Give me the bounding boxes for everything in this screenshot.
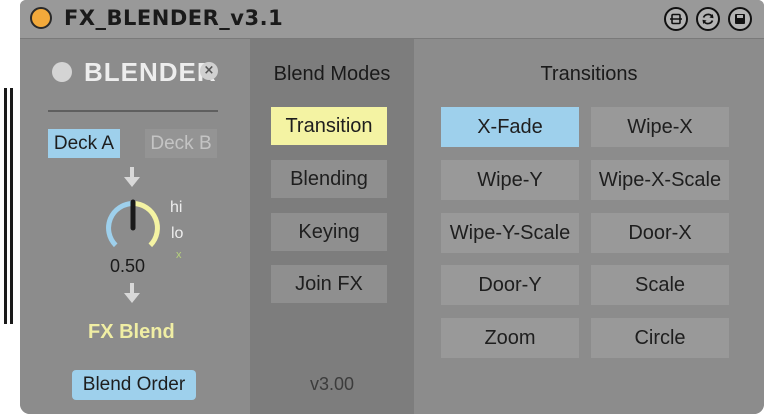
transitions-title: Transitions — [540, 63, 638, 85]
blender-logo: BLENDER — [84, 57, 217, 87]
save-icon[interactable] — [728, 7, 752, 31]
arrow-down-icon — [124, 283, 140, 303]
refresh-icon[interactable] — [696, 7, 720, 31]
logo-dot-icon — [52, 62, 72, 82]
device-activator-dot[interactable] — [30, 7, 52, 29]
deck-a-button[interactable]: Deck A — [48, 129, 120, 158]
transition-button-x-fade[interactable]: X-Fade — [441, 107, 579, 147]
transition-button-scale[interactable]: Scale — [591, 265, 729, 305]
transition-button-zoom[interactable]: Zoom — [441, 318, 579, 358]
x-label: x — [176, 249, 182, 261]
lo-label: lo — [171, 225, 184, 242]
mode-button-transition[interactable]: Transition — [271, 107, 387, 145]
mode-button-blending[interactable]: Blending — [271, 160, 387, 198]
device-window: FX_BLENDER_v3.1 BLENDER × Deck A Deck B … — [20, 0, 764, 414]
transition-button-door-x[interactable]: Door-X — [591, 213, 729, 253]
transition-button-wipe-y[interactable]: Wipe-Y — [441, 160, 579, 200]
transition-button-wipe-x[interactable]: Wipe-X — [591, 107, 729, 147]
transition-button-circle[interactable]: Circle — [591, 318, 729, 358]
device-title: FX_BLENDER_v3.1 — [64, 6, 284, 30]
knob-value: 0.50 — [110, 256, 146, 276]
transition-button-wipe-x-scale[interactable]: Wipe-X-Scale — [591, 160, 729, 200]
fx-blend-label: FX Blend — [88, 321, 175, 343]
left-edge-bars — [4, 88, 14, 324]
mode-button-keying[interactable]: Keying — [271, 213, 387, 251]
transition-button-door-y[interactable]: Door-Y — [441, 265, 579, 305]
deck-b-button[interactable]: Deck B — [145, 129, 217, 158]
title-bar: FX_BLENDER_v3.1 — [20, 0, 764, 39]
arrow-down-icon — [124, 167, 140, 187]
blend-order-button[interactable]: Blend Order — [72, 370, 196, 400]
hi-label: hi — [170, 199, 183, 216]
version-label: v3.00 — [309, 374, 355, 394]
blend-modes-title: Blend Modes — [273, 63, 391, 85]
transition-button-wipe-y-scale[interactable]: Wipe-Y-Scale — [441, 213, 579, 253]
close-icon[interactable]: × — [200, 62, 218, 80]
mode-button-join-fx[interactable]: Join FX — [271, 265, 387, 303]
divider — [48, 110, 218, 112]
pin-icon[interactable] — [664, 7, 688, 31]
blend-knob[interactable] — [103, 198, 163, 258]
